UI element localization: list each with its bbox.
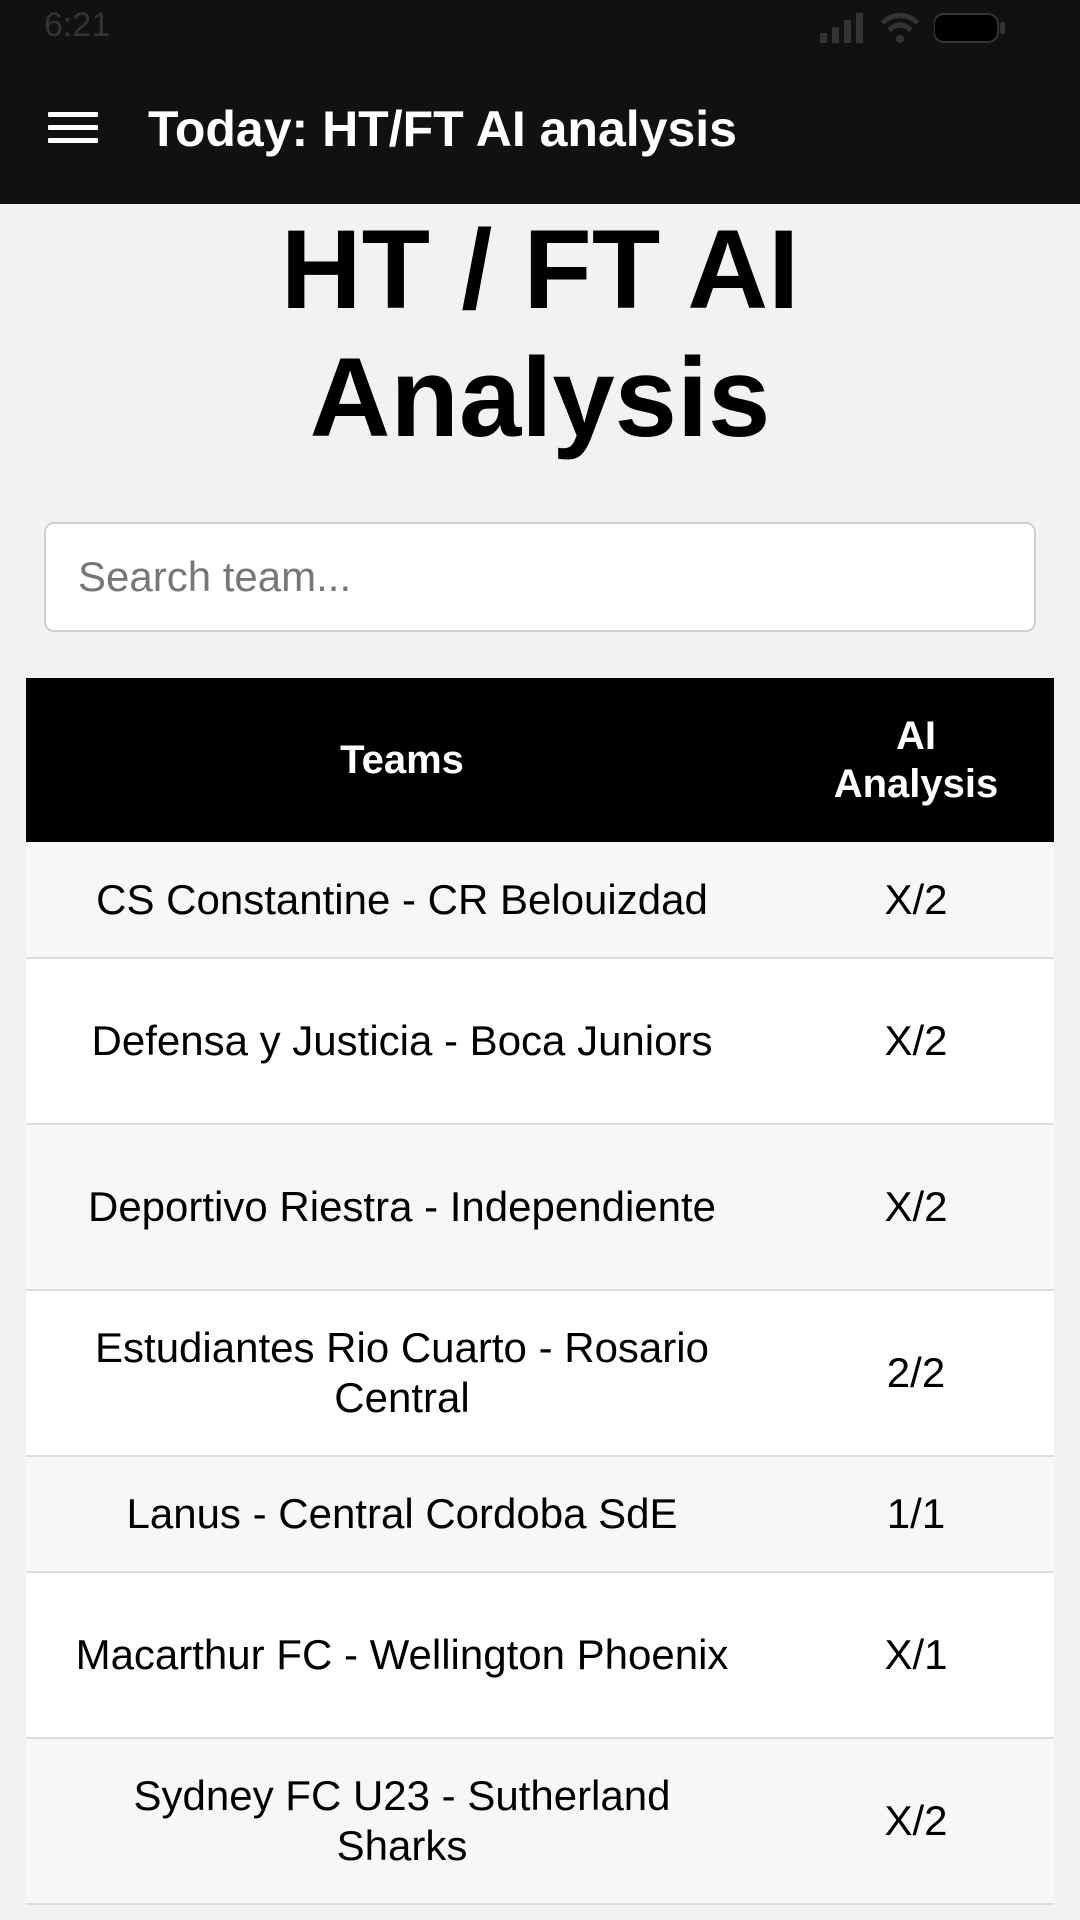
teams-cell: Estudiantes Rio Cuarto - Rosario Central <box>26 1290 778 1457</box>
signal-icon <box>820 13 863 43</box>
teams-cell: Lanus - Central Cordoba SdE <box>26 1456 778 1573</box>
menu-icon[interactable] <box>48 112 98 144</box>
analysis-cell: X/2 <box>778 842 1054 959</box>
page-title-line-2: Analysis <box>309 335 771 460</box>
table-row[interactable]: Lanus - Central Cordoba SdE 1/1 <box>26 1456 1054 1573</box>
teams-cell: Sydney FC U23 - Sutherland Sharks <box>26 1738 778 1905</box>
header-ai-line-1: AI <box>896 714 936 758</box>
table-row[interactable]: Deportivo Riestra - Independiente X/2 <box>26 1124 1054 1291</box>
teams-cell: Defensa y Justicia - Boca Juniors <box>26 958 778 1125</box>
page-title-line-1: HT / FT AI <box>280 207 800 332</box>
status-time: 6:21 <box>44 6 111 44</box>
analysis-cell: 1/1 <box>778 1456 1054 1573</box>
teams-cell: Macarthur FC - Wellington Phoenix <box>26 1572 778 1739</box>
analysis-cell: X/2 <box>778 1124 1054 1291</box>
teams-cell: CS Constantine - CR Belouizdad <box>26 842 778 959</box>
table-row[interactable]: Macarthur FC - Wellington Phoenix X/1 <box>26 1572 1054 1739</box>
header-ai-line-2: Analysis <box>833 762 999 806</box>
analysis-cell: 2/2 <box>778 1290 1054 1457</box>
app-bar-title: Today: HT/FT AI analysis <box>148 101 737 157</box>
table-header-row: Teams AI Analysis <box>26 678 1054 842</box>
page-title: HT / FT AI Analysis <box>0 206 1080 462</box>
status-icons <box>820 10 1006 46</box>
header-ai-analysis: AI Analysis <box>778 678 1054 842</box>
table-row[interactable]: Defensa y Justicia - Boca Juniors X/2 <box>26 958 1054 1125</box>
status-bar: 6:21 <box>0 0 1080 54</box>
battery-icon <box>934 13 1005 43</box>
table-row[interactable]: Sydney FC U23 - Sutherland Sharks X/2 <box>26 1738 1054 1905</box>
search-input[interactable] <box>44 522 1036 632</box>
wifi-icon <box>880 13 920 43</box>
analysis-cell: X/1 <box>778 1572 1054 1739</box>
analysis-cell: X/2 <box>778 1738 1054 1905</box>
table-row[interactable]: Estudiantes Rio Cuarto - Rosario Central… <box>26 1290 1054 1457</box>
table-row[interactable]: CS Constantine - CR Belouizdad X/2 <box>26 842 1054 959</box>
header-teams: Teams <box>26 678 778 842</box>
teams-cell: Deportivo Riestra - Independiente <box>26 1124 778 1291</box>
app-bar: Today: HT/FT AI analysis <box>0 54 1080 204</box>
predictions-table: Teams AI Analysis CS Constantine - CR Be… <box>26 678 1054 1905</box>
analysis-cell: X/2 <box>778 958 1054 1125</box>
